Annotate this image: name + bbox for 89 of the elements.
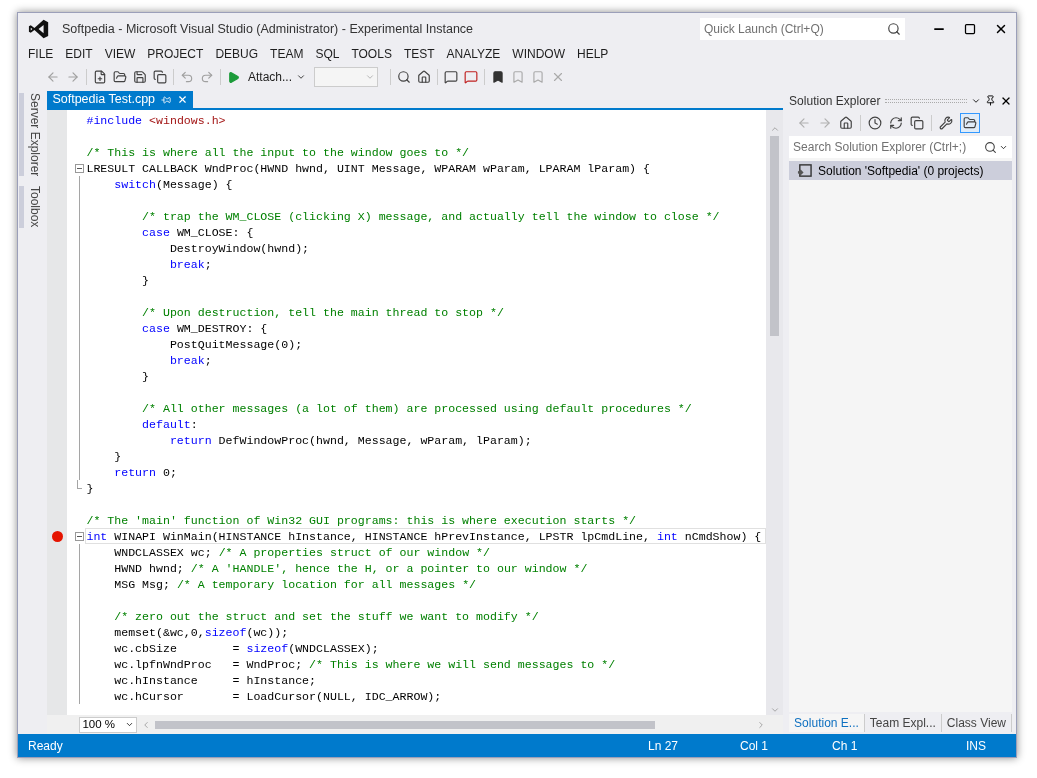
- home-icon[interactable]: [839, 116, 854, 130]
- code-line: break;: [168, 257, 213, 272]
- panel-tab[interactable]: Solution E...: [789, 714, 865, 732]
- menu-item[interactable]: HELP: [571, 45, 615, 63]
- mode-indicator: INS: [966, 737, 987, 755]
- maximize-icon[interactable]: [964, 23, 976, 35]
- breakpoint-icon[interactable]: [51, 530, 63, 542]
- collapse-icon[interactable]: [74, 163, 84, 173]
- code-line: }: [141, 273, 151, 288]
- menu-item[interactable]: PROJECT: [141, 45, 210, 63]
- code-line: }: [141, 369, 151, 384]
- char-indicator: Ch 1: [832, 737, 859, 755]
- preview-toggle[interactable]: [960, 113, 981, 133]
- pin-icon[interactable]: [985, 95, 996, 106]
- play-icon[interactable]: [227, 70, 240, 84]
- code-line: wc.hCursor = LoadCursor(NULL, IDC_ARROW);: [113, 689, 443, 704]
- menu-item[interactable]: TEST: [397, 45, 441, 63]
- caret-icon: [296, 72, 307, 82]
- code-line: /* trap the WM_CLOSE (clicking X) message, and actually tell the window to close */: [141, 209, 721, 224]
- column-indicator: Col 1: [740, 737, 769, 755]
- menu-item[interactable]: EDIT: [59, 45, 99, 63]
- menu-item[interactable]: FILE: [22, 45, 60, 63]
- menu-item[interactable]: VIEW: [98, 45, 142, 63]
- find-icon[interactable]: [397, 70, 412, 84]
- sync-icon[interactable]: [889, 116, 904, 130]
- code-line: }: [113, 449, 123, 464]
- code-line: /* This is where all the input to the window goes to */: [85, 145, 471, 160]
- quick-launch-field[interactable]: Quick Launch (Ctrl+Q): [700, 18, 905, 40]
- code-line: switch(Message) {: [113, 177, 234, 192]
- code-line: /* All other messages (a lot of them) are processed using default procedures */: [141, 401, 693, 416]
- panel-title: Solution Explorer: [789, 92, 881, 110]
- save-icon[interactable]: [133, 70, 147, 84]
- code-line: DestroyWindow(hwnd);: [168, 241, 311, 256]
- line-indicator: Ln 27: [648, 737, 680, 755]
- code-line: HWND hwnd; /* A 'HANDLE', hence the H, or a pointer to our window */: [113, 561, 589, 576]
- caret-icon: [365, 72, 376, 82]
- search-input[interactable]: Search Solution Explorer (Ctrl+;): [793, 138, 984, 156]
- close-icon[interactable]: [994, 22, 1008, 36]
- code-line: default:: [141, 417, 199, 432]
- zoom-dropdown[interactable]: 100 %: [79, 716, 138, 733]
- menu-item[interactable]: SQL: [309, 45, 346, 63]
- menu-item[interactable]: DEBUG: [209, 45, 265, 63]
- scrollbar-thumb[interactable]: [770, 136, 780, 336]
- code-line: return 0;: [113, 465, 178, 480]
- code-line: PostQuitMessage(0);: [168, 337, 304, 352]
- code-line: wc.cbSize = sizeof(WNDCLASSEX);: [113, 641, 380, 656]
- solution-icon: [797, 163, 813, 178]
- attach-button[interactable]: Attach...: [246, 68, 309, 86]
- collapse-icon[interactable]: [74, 531, 84, 541]
- window-title: Softpedia - Microsoft Visual Studio (Administrator) - Experimental Instance: [62, 20, 474, 38]
- code-line: return DefWindowProc(hwnd, Message, wParam, lParam);: [168, 433, 533, 448]
- code-line: wc.hInstance = hInstance;: [113, 673, 317, 688]
- open-folder-icon[interactable]: [113, 70, 127, 84]
- uncomment-icon[interactable]: [464, 70, 479, 84]
- quick-launch-input[interactable]: Quick Launch (Ctrl+Q): [704, 20, 887, 38]
- clock-icon[interactable]: [868, 116, 883, 130]
- code-line: /* zero out the struct and set the stuff we want to modify */: [113, 609, 540, 624]
- scrollbar-thumb[interactable]: [155, 720, 656, 729]
- caret-icon: [125, 720, 135, 729]
- code-line: wc.lpfnWndProc = WndProc; /* This is where we will send messages to */: [113, 657, 617, 672]
- code-line: /* The 'main' function of Win32 GUI programs: this is where execution starts */: [85, 513, 638, 528]
- menu-item[interactable]: ANALYZE: [440, 45, 507, 63]
- search-field[interactable]: Search Solution Explorer (Ctrl+;): [789, 136, 1012, 158]
- search-icon[interactable]: [984, 140, 997, 154]
- code-line: /* Upon destruction, tell the main thread to stop */: [141, 305, 505, 320]
- panel-tab[interactable]: Team Expl...: [864, 714, 942, 732]
- tree-item[interactable]: Solution 'Softpedia' (0 projects): [789, 161, 1012, 180]
- code-line: break;: [168, 353, 213, 368]
- code-line: MSG Msg; /* A temporary location for all messages */: [113, 577, 478, 592]
- code-line: #include <windows.h>: [85, 113, 227, 128]
- bookmark-icon[interactable]: [491, 70, 506, 84]
- comment-icon[interactable]: [444, 70, 459, 84]
- status-message: Ready: [28, 737, 63, 755]
- code-line: memset(&wc,0,sizeof(wc));: [113, 625, 290, 640]
- app-logo-icon: [28, 18, 50, 40]
- code-line: LRESULT CALLBACK WndProc(HWND hwnd, UINT Message, WPARAM wParam, LPARAM lParam) {: [85, 161, 651, 176]
- code-line: }: [85, 481, 95, 496]
- code-line: case WM_CLOSE: {: [141, 225, 255, 240]
- code-line: case WM_DESTROY: {: [141, 321, 269, 336]
- wrench-icon[interactable]: [939, 116, 954, 130]
- menu-item[interactable]: WINDOW: [506, 45, 571, 63]
- menu-item[interactable]: TOOLS: [345, 45, 398, 63]
- dropdown-field[interactable]: [314, 67, 379, 87]
- code-line: WNDCLASSEX wc; /* A properties struct of our window */: [113, 545, 491, 560]
- panel-tab[interactable]: Class View: [941, 714, 1012, 732]
- vertical-scrollbar[interactable]: [766, 110, 784, 715]
- new-file-icon[interactable]: [93, 70, 107, 84]
- menu-item[interactable]: TEAM: [264, 45, 310, 63]
- search-icon[interactable]: [887, 22, 901, 36]
